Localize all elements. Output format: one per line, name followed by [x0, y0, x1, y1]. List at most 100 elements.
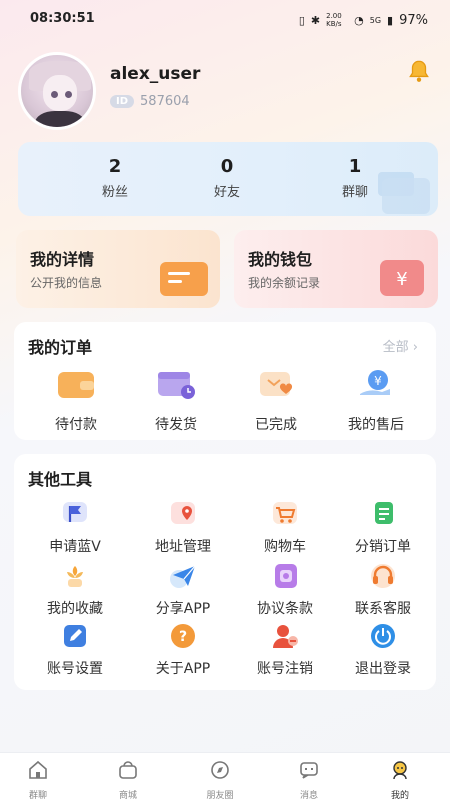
- tool-shopping-cart[interactable]: 购物车: [240, 500, 330, 556]
- order-completed[interactable]: 已完成: [236, 368, 316, 434]
- tool-label: 协议条款: [257, 601, 313, 617]
- section-title: 其他工具: [28, 470, 93, 489]
- user-remove-icon: [273, 625, 298, 648]
- tool-label: 关于APP: [155, 661, 211, 677]
- svg-text:?: ?: [179, 629, 187, 645]
- tool-share-app[interactable]: 分享APP: [138, 562, 228, 618]
- heart-box-icon: [260, 372, 293, 396]
- id-badge: ID: [110, 95, 135, 108]
- edit-icon: [64, 625, 86, 647]
- tool-label: 账号注销: [257, 661, 313, 677]
- tool-label: 联系客服: [355, 601, 411, 617]
- stat-value: 0: [220, 156, 234, 177]
- orders-section: 我的订单 全部 › 待付款 待发货 已完成 ¥ 我的售后: [14, 322, 436, 440]
- tool-apply-blue-v[interactable]: 申请蓝V: [30, 500, 120, 556]
- user-id-row: ID 587604: [110, 94, 190, 109]
- tool-my-favorites[interactable]: 我的收藏: [30, 562, 120, 618]
- card-title: 我的钱包: [248, 250, 313, 269]
- order-label: 已完成: [255, 417, 297, 433]
- stat-label: 粉丝: [101, 185, 128, 200]
- tool-account-deletion[interactable]: 账号注销: [240, 622, 330, 678]
- stat-friends[interactable]: 0 好友: [182, 156, 272, 200]
- tool-account-settings[interactable]: 账号设置: [30, 622, 120, 678]
- wifi-icon: ◔: [354, 13, 364, 27]
- tab-label: 消息: [299, 791, 318, 800]
- tab-label: 我的: [390, 791, 409, 800]
- paper-plane-icon: [170, 565, 196, 588]
- tab-label: 朋友圈: [206, 791, 234, 800]
- yen-hand-icon: ¥: [360, 370, 390, 395]
- bottom-tab-bar: 群聊 商城 朋友圈 消息 我的: [0, 752, 450, 800]
- tool-distribution-orders[interactable]: 分销订单: [338, 500, 428, 556]
- status-bar: 08:30:51 ▯ ✱ 2.00 KB/s ◔ 5G ▮ 97%: [0, 0, 450, 36]
- network-speed: 2.00 KB/s: [326, 12, 342, 28]
- list-icon: [375, 502, 393, 524]
- order-label: 我的售后: [348, 417, 404, 433]
- calendar-clock-icon: [158, 372, 195, 399]
- stat-label: 好友: [213, 185, 240, 200]
- tool-customer-service[interactable]: 联系客服: [338, 562, 428, 618]
- tab-label: 商城: [118, 791, 137, 800]
- order-after-sales[interactable]: ¥ 我的售后: [336, 368, 416, 434]
- tool-logout[interactable]: 退出登录: [338, 622, 428, 678]
- order-pending-payment[interactable]: 待付款: [36, 368, 116, 434]
- tool-label: 账号设置: [47, 661, 103, 677]
- avatar[interactable]: [18, 52, 96, 130]
- document-icon: [275, 564, 297, 588]
- envelope-icon: [160, 262, 208, 296]
- tab-me[interactable]: 我的: [370, 759, 430, 800]
- username: alex_user: [110, 64, 201, 84]
- chat-icon: [300, 762, 318, 779]
- power-icon: [371, 624, 395, 648]
- order-pending-shipment[interactable]: 待发货: [136, 368, 216, 434]
- user-id: 587604: [140, 94, 190, 109]
- card-subtitle: 我的余额记录: [248, 276, 321, 290]
- home-icon: [29, 760, 47, 779]
- tool-address-management[interactable]: 地址管理: [138, 500, 228, 556]
- tab-moments[interactable]: 朋友圈: [190, 759, 250, 800]
- my-details-card[interactable]: 我的详情 公开我的信息: [16, 230, 220, 308]
- tools-section: 其他工具 申请蓝V 地址管理 购物车 分销订单 我的收藏 分享APP 协议条款 …: [14, 454, 436, 690]
- map-pin-icon: [171, 502, 195, 524]
- svg-text:¥: ¥: [374, 374, 382, 388]
- chevron-right-icon: ›: [412, 340, 418, 355]
- battery-level: 97%: [399, 12, 428, 28]
- decoration: [382, 178, 430, 214]
- signal-label: 5G: [369, 15, 382, 25]
- flag-icon: [63, 502, 87, 522]
- see-all-label: 全部: [382, 340, 409, 355]
- tab-group-chat[interactable]: 群聊: [8, 759, 68, 800]
- order-label: 待付款: [55, 417, 97, 433]
- stats-card: 2 粉丝 0 好友 1 群聊: [18, 142, 438, 216]
- bag-icon: [119, 761, 137, 779]
- yen-wallet-icon: ¥: [380, 260, 424, 296]
- tool-label: 分销订单: [355, 539, 411, 555]
- question-icon: ?: [171, 624, 195, 648]
- cart-icon: [273, 502, 297, 524]
- tab-messages[interactable]: 消息: [279, 759, 339, 800]
- profile-header: alex_user ID 587604: [18, 52, 432, 132]
- see-all-link[interactable]: 全部 ›: [383, 336, 418, 355]
- vibrate-icon: ▯: [298, 13, 305, 27]
- status-time: 08:30:51: [30, 11, 95, 26]
- signal-icon: ▮: [387, 13, 394, 27]
- tab-mall[interactable]: 商城: [98, 759, 158, 800]
- tool-label: 地址管理: [155, 539, 211, 555]
- profile-icon: [393, 761, 407, 780]
- tool-label: 我的收藏: [47, 601, 103, 617]
- card-title: 我的详情: [30, 250, 95, 269]
- status-icons: ▯ ✱ 2.00 KB/s ◔ 5G ▮ 97%: [299, 12, 428, 28]
- tool-label: 分享APP: [155, 601, 211, 617]
- stat-value: 2: [108, 156, 122, 177]
- tool-about-app[interactable]: ? 关于APP: [138, 622, 228, 678]
- bell-icon[interactable]: [406, 58, 432, 84]
- headset-icon: [371, 564, 395, 588]
- stat-followers[interactable]: 2 粉丝: [70, 156, 160, 200]
- my-wallet-card[interactable]: 我的钱包 我的余额记录 ¥: [234, 230, 438, 308]
- section-title: 我的订单: [28, 338, 93, 357]
- tool-label: 申请蓝V: [49, 539, 101, 555]
- tool-terms[interactable]: 协议条款: [240, 562, 330, 618]
- tool-label: 退出登录: [355, 661, 411, 677]
- tool-label: 购物车: [264, 539, 306, 555]
- tab-label: 群聊: [28, 791, 47, 800]
